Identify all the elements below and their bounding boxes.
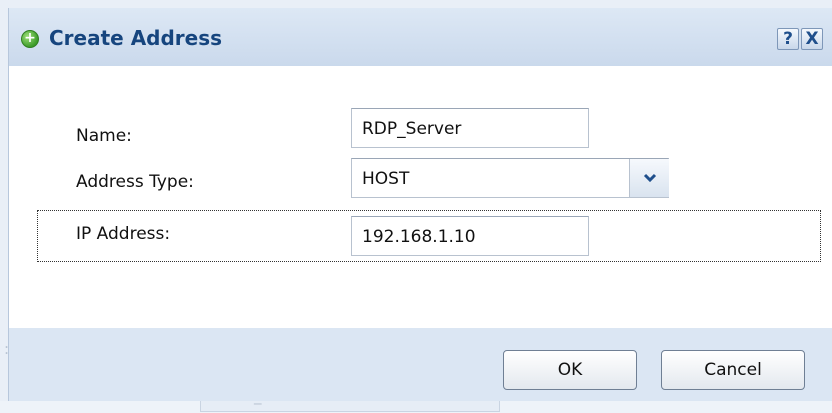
- name-label: Name:: [76, 126, 132, 146]
- name-input[interactable]: RDP_Server: [351, 108, 589, 148]
- address-type-label: Address Type:: [76, 172, 194, 192]
- dialog-content: Name: RDP_Server Address Type: HOST IP A…: [9, 66, 832, 328]
- ip-address-input[interactable]: 192.168.1.10: [351, 216, 589, 256]
- ok-button[interactable]: OK: [503, 350, 637, 390]
- help-icon: ?: [783, 29, 793, 49]
- create-address-dialog: + Create Address ? X Name: RDP_Server Ad…: [8, 8, 832, 401]
- dialog-title: Create Address: [49, 26, 223, 50]
- address-type-value: HOST: [362, 169, 410, 189]
- close-icon: X: [805, 29, 819, 49]
- close-button[interactable]: X: [801, 28, 823, 50]
- add-circle-icon: +: [21, 30, 39, 48]
- address-type-select[interactable]: HOST: [351, 158, 669, 198]
- chevron-down-icon: [643, 173, 657, 183]
- address-type-dropdown-button[interactable]: [629, 159, 669, 197]
- help-button[interactable]: ?: [777, 28, 799, 50]
- ip-address-label: IP Address:: [76, 224, 171, 244]
- cancel-button[interactable]: Cancel: [661, 350, 805, 390]
- dialog-titlebar: + Create Address ? X: [9, 8, 832, 66]
